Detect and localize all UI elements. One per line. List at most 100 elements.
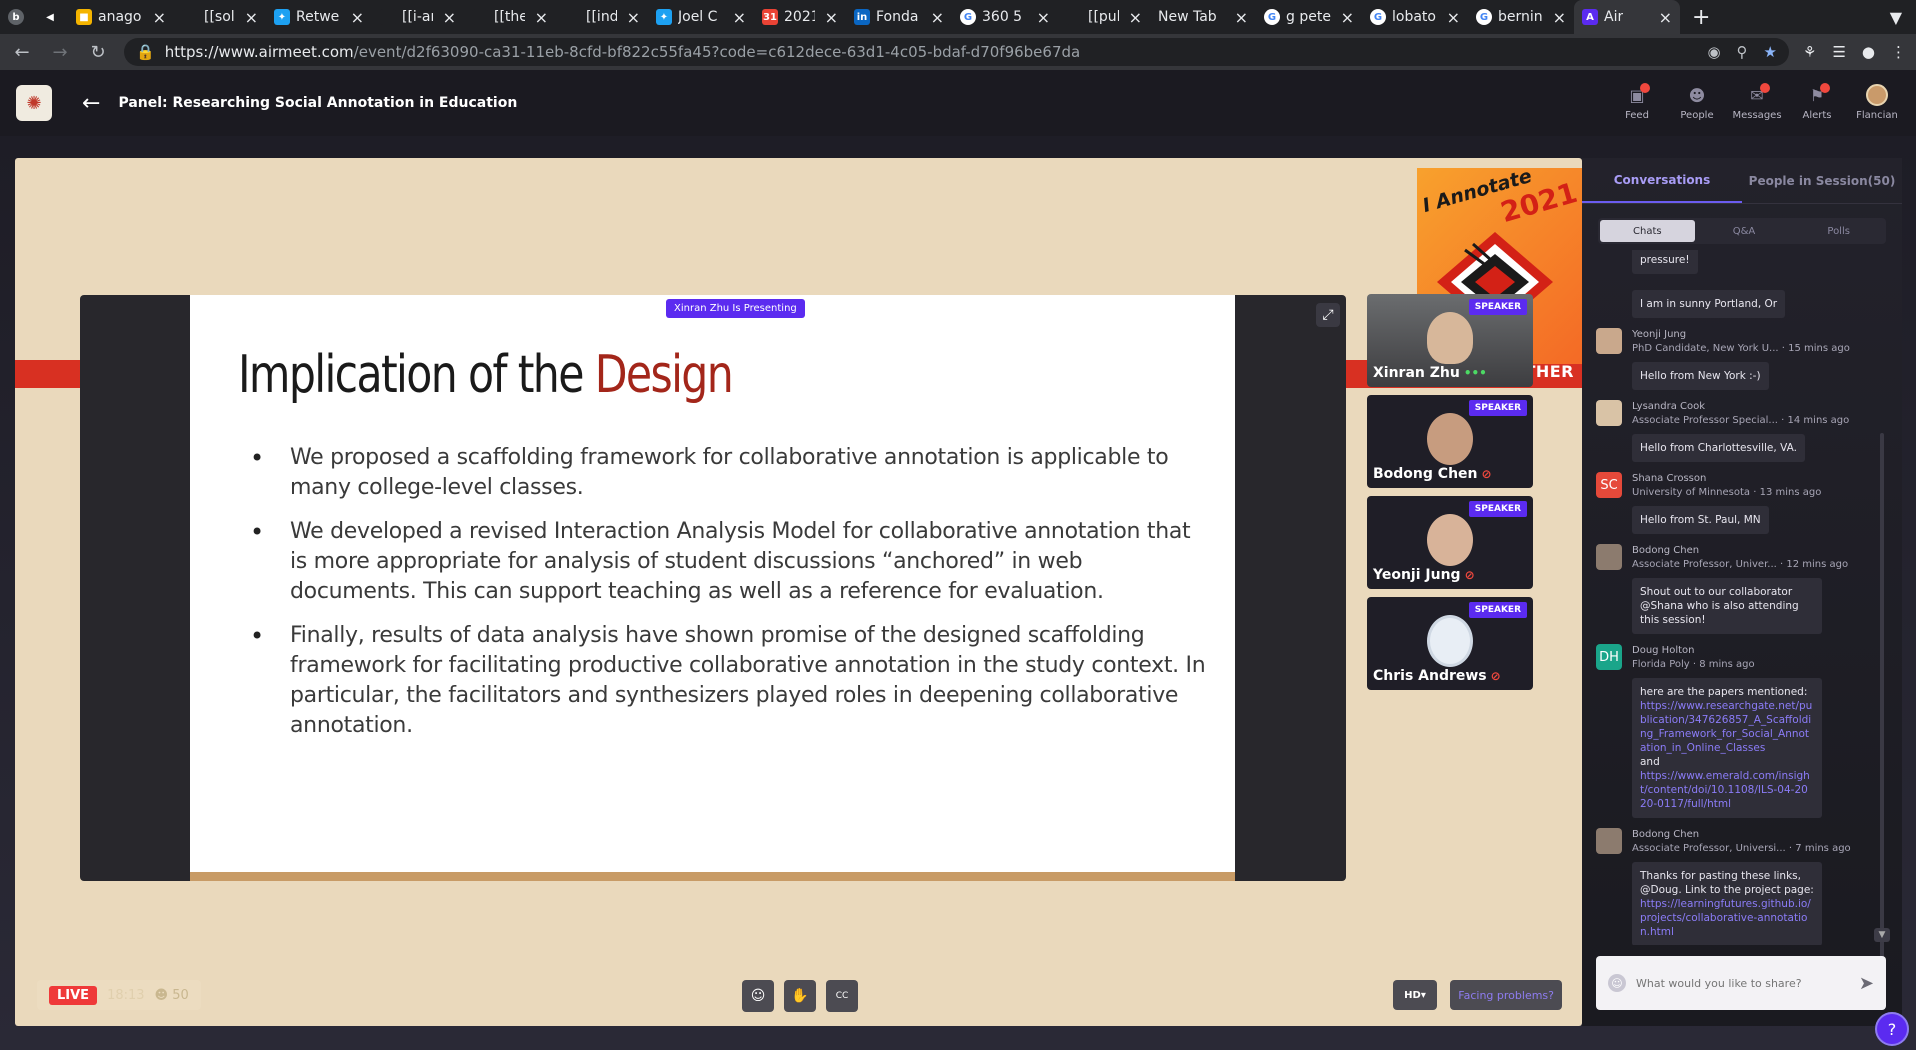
send-icon[interactable]: ➤: [1859, 973, 1874, 994]
speaker-tile[interactable]: SPEAKER Xinran Zhu •••: [1367, 294, 1533, 387]
close-tab-icon[interactable]: ×: [1337, 8, 1354, 27]
bookmark-star-icon[interactable]: ★: [1764, 43, 1777, 61]
header-nav-alerts[interactable]: ⚑ Alerts: [1794, 83, 1840, 121]
subtab-chats[interactable]: Chats: [1600, 220, 1695, 242]
chat-avatar[interactable]: [1596, 544, 1622, 570]
airmeet-icon: A: [1582, 9, 1598, 25]
chat-avatar[interactable]: [1596, 828, 1622, 854]
browser-tab[interactable]: Globato ×: [1362, 0, 1468, 34]
browser-tab[interactable]: New Tab ×: [1150, 0, 1256, 34]
close-tab-icon[interactable]: ×: [623, 8, 640, 27]
speaker-tile[interactable]: SPEAKER Bodong Chen ⊘: [1367, 395, 1533, 488]
close-tab-icon[interactable]: ×: [439, 8, 456, 27]
chat-avatar[interactable]: DH: [1596, 644, 1622, 670]
chat-author[interactable]: Lysandra Cook: [1632, 400, 1884, 414]
chat-text: I am in sunny Portland, Or: [1640, 298, 1778, 310]
tab-search-icon[interactable]: ▼: [1890, 8, 1916, 27]
browser-tab[interactable]: ✦ Joel C ×: [648, 0, 754, 34]
reload-icon[interactable]: ↻: [86, 42, 110, 63]
user-avatar: [1864, 84, 1890, 106]
browser-tab[interactable]: Gbernin ×: [1468, 0, 1574, 34]
chat-author-role: University of Minnesota: [1632, 487, 1751, 498]
browser-tab[interactable]: ✦ Retwe ×: [266, 0, 372, 34]
chat-link[interactable]: https://www.emerald.com/insight/content/…: [1640, 769, 1814, 811]
close-tab-icon[interactable]: ×: [927, 8, 944, 27]
new-tab-button[interactable]: +: [1680, 5, 1722, 30]
emoji-reaction-button[interactable]: ☺: [742, 980, 774, 1012]
browser-tab[interactable]: [[i-ann ×: [372, 0, 464, 34]
slide-bullet: We proposed a scaffolding framework for …: [250, 443, 1210, 503]
help-button[interactable]: ?: [1875, 1012, 1909, 1046]
chat-avatar[interactable]: SC: [1596, 472, 1622, 498]
chat-author[interactable]: Shana Crosson: [1632, 472, 1884, 486]
facing-problems-button[interactable]: Facing problems?: [1450, 980, 1562, 1010]
browser-menu-icon[interactable]: ⋮: [1891, 43, 1906, 61]
scroll-down-icon[interactable]: ▼: [1874, 928, 1890, 942]
subtab-polls[interactable]: Polls: [1791, 218, 1886, 244]
browser-tab[interactable]: [[inde ×: [556, 0, 648, 34]
close-tab-icon[interactable]: ×: [821, 8, 838, 27]
chat-author[interactable]: Bodong Chen: [1632, 544, 1884, 558]
browser-tab[interactable]: [[pull]] ×: [1058, 0, 1150, 34]
header-nav-feed[interactable]: ▣ Feed: [1614, 83, 1660, 121]
close-tab-icon[interactable]: ×: [729, 8, 746, 27]
browser-tab[interactable]: A Air ×: [1574, 0, 1680, 34]
header-nav-people[interactable]: ☻ People: [1674, 85, 1720, 122]
browser-tab[interactable]: in Fonda ×: [846, 0, 952, 34]
browser-tab[interactable]: ◀: [34, 0, 68, 34]
tab-conversations[interactable]: Conversations: [1582, 158, 1742, 203]
browser-tab-title: anago: [98, 9, 142, 25]
tab-people-in-session[interactable]: People in Session(50): [1742, 158, 1902, 203]
chat-author[interactable]: Yeonji Jung: [1632, 328, 1884, 342]
close-tab-icon[interactable]: ×: [241, 8, 258, 27]
closed-captions-button[interactable]: CC: [826, 980, 858, 1012]
zoom-icon[interactable]: ⚲: [1737, 43, 1748, 61]
close-tab-icon[interactable]: ×: [347, 8, 364, 27]
chat-input[interactable]: [1636, 976, 1849, 990]
close-tab-icon[interactable]: ×: [1231, 8, 1248, 27]
chat-link[interactable]: https://www.researchgate.net/publication…: [1640, 699, 1814, 755]
profile-icon[interactable]: ●: [1862, 43, 1875, 61]
browser-tab[interactable]: ■ anago ×: [68, 0, 174, 34]
chat-scrollbar[interactable]: [1880, 433, 1884, 993]
close-tab-icon[interactable]: ×: [531, 8, 548, 27]
browser-tab[interactable]: G 360 5 ×: [952, 0, 1058, 34]
close-tab-icon[interactable]: ×: [149, 8, 166, 27]
expand-icon[interactable]: ⤢: [1316, 303, 1340, 327]
event-logo[interactable]: ✺: [16, 85, 52, 121]
extension-icon[interactable]: ⚘: [1803, 43, 1816, 61]
chat-avatar[interactable]: [1596, 400, 1622, 426]
browser-tab[interactable]: Gg pete ×: [1256, 0, 1362, 34]
browser-tab[interactable]: [[the-f ×: [464, 0, 556, 34]
back-arrow-icon[interactable]: ←: [10, 42, 34, 63]
subtab-qa[interactable]: Q&A: [1697, 218, 1792, 244]
address-bar[interactable]: 🔒 https://www.airmeet.com/event/d2f63090…: [124, 38, 1789, 66]
back-arrow-icon[interactable]: ←: [82, 91, 100, 116]
raise-hand-button[interactable]: ✋: [784, 980, 816, 1012]
browser-tab[interactable]: 31 2021/F ×: [754, 0, 846, 34]
chat-link[interactable]: https://learningfutures.github.io/projec…: [1640, 897, 1814, 939]
emoji-icon[interactable]: ☺: [1608, 974, 1626, 992]
chat-avatar[interactable]: [1596, 328, 1622, 354]
reading-list-icon[interactable]: ☰: [1832, 43, 1845, 61]
close-tab-icon[interactable]: ×: [1033, 8, 1050, 27]
close-tab-icon[interactable]: ×: [1549, 8, 1566, 27]
header-nav-label: Alerts: [1802, 110, 1832, 121]
forward-arrow-icon[interactable]: →: [48, 42, 72, 63]
browser-tab[interactable]: b: [0, 0, 34, 34]
header-nav-messages[interactable]: ✉ Messages: [1732, 83, 1782, 121]
url-path: /event/d2f63090-ca31-11eb-8cfd-bf822c55f…: [353, 43, 1081, 61]
chat-author[interactable]: Doug Holton: [1632, 644, 1884, 658]
close-tab-icon[interactable]: ×: [1443, 8, 1460, 27]
chat-author[interactable]: Bodong Chen: [1632, 828, 1884, 842]
speaker-tile[interactable]: SPEAKER Chris Andrews ⊘: [1367, 597, 1533, 690]
close-tab-icon[interactable]: ×: [1125, 8, 1142, 27]
header-nav-flancian[interactable]: Flancian: [1854, 84, 1900, 121]
close-tab-icon[interactable]: ×: [1655, 8, 1672, 27]
browser-tab[interactable]: [[solid ×: [174, 0, 266, 34]
slide: Implication of the Design We proposed a …: [190, 295, 1235, 881]
quality-selector[interactable]: HD ▾: [1393, 980, 1437, 1010]
camera-icon[interactable]: ◉: [1707, 43, 1720, 61]
speaker-name: Yeonji Jung ⊘: [1373, 567, 1475, 583]
speaker-tile[interactable]: SPEAKER Yeonji Jung ⊘: [1367, 496, 1533, 589]
